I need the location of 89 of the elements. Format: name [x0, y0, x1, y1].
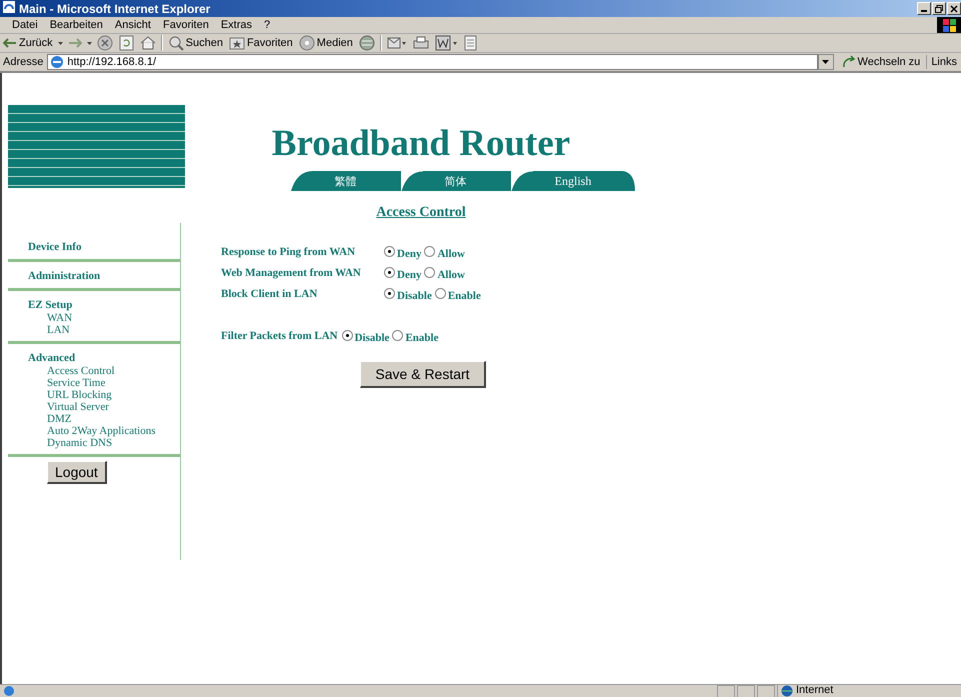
minimize-button[interactable] — [917, 2, 931, 15]
menu-item[interactable]: ? — [258, 19, 276, 31]
nav-link[interactable]: WAN — [28, 312, 180, 324]
radio-option[interactable]: Disable — [342, 328, 390, 344]
radio-button[interactable] — [424, 246, 436, 256]
save-restart-button[interactable]: Save & Restart — [360, 361, 486, 388]
links-label[interactable]: Links — [931, 56, 961, 68]
nav-link[interactable]: DMZ — [28, 413, 180, 425]
mail-icon — [386, 35, 407, 51]
radio-button[interactable] — [392, 330, 404, 340]
globe-icon — [781, 685, 793, 697]
stop-button[interactable] — [96, 35, 114, 51]
edit-button[interactable] — [434, 35, 458, 51]
dropdown-button[interactable] — [818, 54, 834, 70]
page-title: Broadband Router — [272, 123, 570, 165]
discuss-button[interactable] — [462, 35, 479, 51]
nav-link[interactable]: Access Control — [28, 365, 180, 377]
history-button[interactable] — [358, 35, 376, 51]
zone-label: Internet — [796, 685, 834, 696]
window-title: Main - Microsoft Internet Explorer — [19, 2, 212, 16]
home-icon — [140, 35, 156, 51]
language-tab[interactable]: 繁體 — [290, 171, 400, 191]
language-tab[interactable]: 简体 — [400, 171, 510, 191]
back-arrow-icon — [3, 36, 17, 50]
radio-button[interactable] — [384, 266, 395, 278]
media-icon — [298, 35, 315, 51]
back-button[interactable]: Zurück — [2, 36, 54, 50]
folder-icon — [228, 35, 245, 51]
dropdown-caret-icon — [86, 42, 92, 44]
refresh-button[interactable] — [118, 35, 135, 51]
radio-button[interactable] — [384, 246, 395, 256]
close-icon — [950, 4, 958, 12]
search-button[interactable]: Suchen — [166, 35, 224, 51]
stop-icon — [96, 35, 113, 51]
setting-label: Web Management from WAN — [221, 266, 362, 281]
nav-link[interactable]: URL Blocking — [28, 389, 180, 401]
media-button[interactable]: Medien — [298, 35, 354, 51]
nav-link[interactable]: Auto 2Way Applications — [28, 425, 180, 437]
nav-section-link[interactable]: EZ Setup — [28, 298, 180, 312]
radio-option[interactable]: Allow — [424, 244, 465, 260]
notepad-icon — [462, 35, 478, 51]
nav-section-link[interactable]: Administration — [28, 269, 180, 283]
radio-option[interactable]: Disable — [384, 286, 432, 302]
menu-item[interactable]: Favoriten — [156, 19, 215, 31]
maximize-icon — [935, 4, 943, 12]
caret-icon — [822, 60, 830, 64]
radio-option[interactable]: Deny — [384, 244, 422, 260]
close-button[interactable] — [947, 2, 961, 15]
setting-label: Response to Ping from WAN — [221, 245, 356, 260]
radio-option[interactable]: Enable — [392, 328, 438, 344]
nav-link[interactable]: Service Time — [28, 377, 180, 389]
language-tab[interactable]: English — [510, 171, 636, 191]
address-label: Adresse — [3, 56, 44, 68]
section-heading: Access Control — [376, 205, 466, 221]
app-icon — [2, 0, 16, 14]
menu-item[interactable]: Extras — [214, 19, 258, 31]
nav-link[interactable]: Dynamic DNS — [28, 437, 180, 449]
radio-button[interactable] — [424, 266, 436, 278]
globe-icon — [358, 35, 375, 51]
menu-item[interactable]: Bearbeiten — [44, 19, 109, 31]
setting-label: Block Client in LAN — [221, 287, 318, 302]
logout-button[interactable]: Logout — [47, 461, 107, 484]
search-icon — [168, 35, 184, 51]
favorites-button[interactable]: Favoriten — [228, 35, 294, 51]
radio-button[interactable] — [384, 288, 395, 298]
setting-label: Filter Packets from LAN — [221, 329, 338, 344]
forward-arrow-icon — [68, 36, 82, 50]
nav-section-link[interactable]: Device Info — [28, 240, 180, 254]
print-button[interactable] — [412, 35, 430, 51]
radio-option[interactable]: Deny — [384, 265, 422, 281]
dropdown-caret-icon — [58, 42, 63, 44]
maximize-button[interactable] — [932, 2, 946, 15]
radio-option[interactable]: Allow — [424, 265, 465, 281]
nav-link[interactable]: LAN — [28, 324, 180, 336]
mail-button[interactable] — [386, 35, 408, 51]
nav-section-link[interactable]: Advanced — [28, 351, 180, 365]
menu-item[interactable]: Datei — [6, 19, 44, 31]
refresh-icon — [118, 35, 134, 51]
menu-item[interactable]: Ansicht — [108, 19, 157, 31]
radio-option[interactable]: Enable — [434, 286, 481, 302]
radio-button[interactable] — [434, 288, 446, 298]
minimize-icon — [921, 10, 927, 12]
radio-button[interactable] — [342, 330, 353, 340]
nav-link[interactable]: Virtual Server — [28, 401, 180, 413]
home-button[interactable] — [138, 35, 157, 51]
go-arrow-icon — [842, 55, 856, 69]
windows-logo-icon — [942, 18, 956, 32]
address-field[interactable]: http://192.168.8.1/ — [47, 54, 818, 70]
go-button[interactable]: Wechseln zu — [838, 55, 928, 69]
